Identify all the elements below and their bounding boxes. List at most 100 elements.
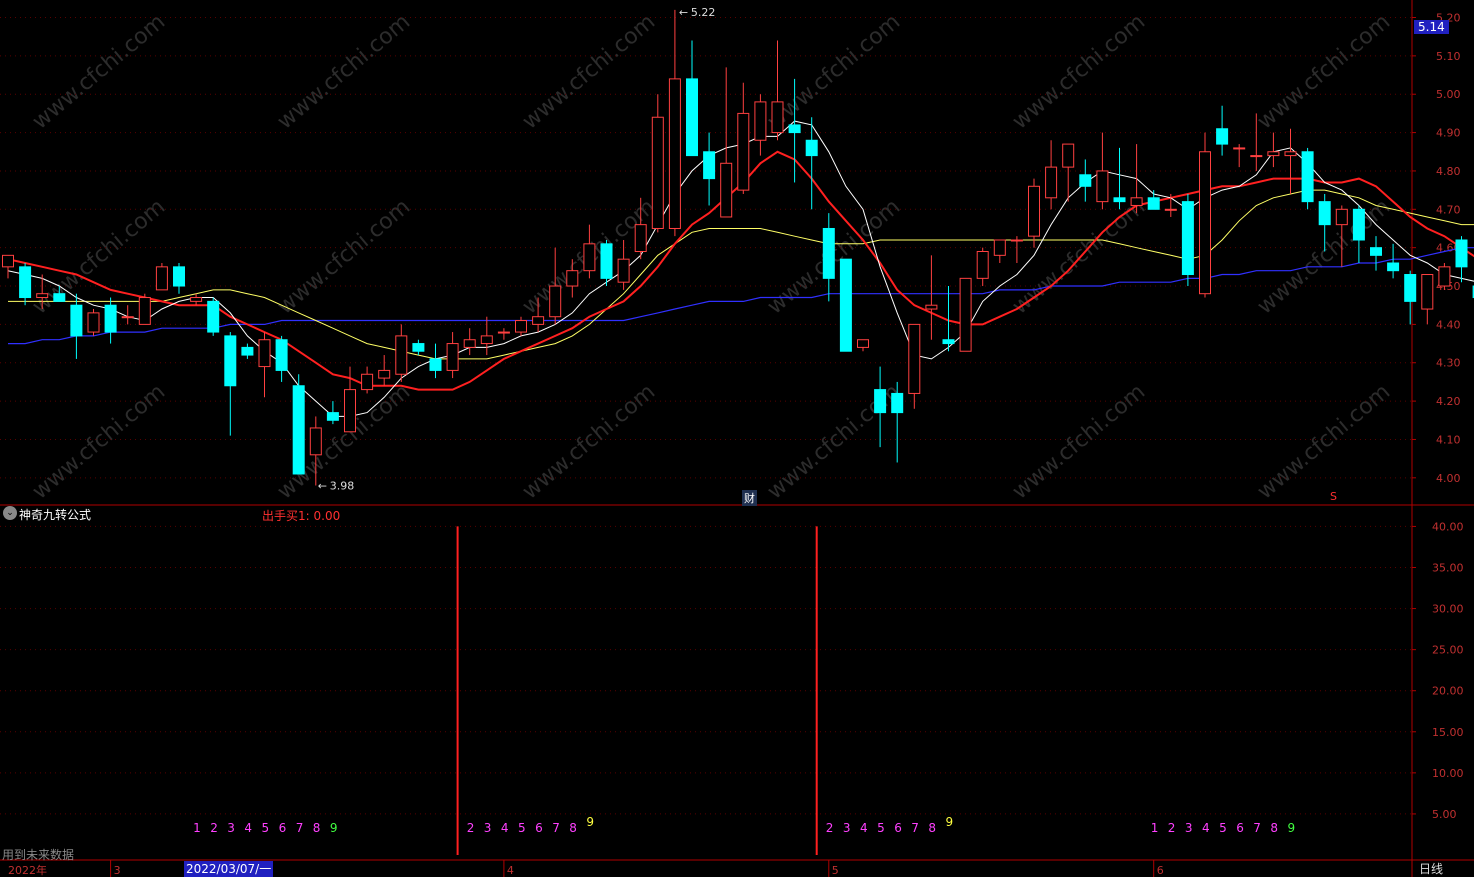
candle-body — [1199, 151, 1211, 295]
watermark-text: www.cfchi.com — [28, 9, 170, 134]
financial-marker[interactable]: 财 — [742, 490, 757, 506]
nine-count-label: 8 — [1270, 821, 1278, 835]
nine-count-label: 2 — [826, 821, 834, 835]
candle-body — [583, 243, 596, 272]
candle-body — [737, 112, 750, 191]
nine-count-label: 2 — [210, 821, 218, 835]
candle-body — [839, 258, 852, 352]
price-tick-label: 4.40 — [1436, 318, 1461, 331]
indicator-collapse-icon[interactable]: ⌄ — [3, 506, 17, 520]
candle-body — [703, 151, 716, 180]
period-button[interactable]: 日线 — [1419, 861, 1443, 877]
time-label-month: 5 — [832, 864, 839, 877]
candle-body — [668, 78, 681, 229]
nine-count-label: 7 — [911, 821, 919, 835]
candle-body — [532, 316, 545, 325]
nine-count-label: 1 — [1151, 821, 1159, 835]
min-arrow: ← — [318, 479, 327, 492]
time-label-month: 6 — [1157, 864, 1164, 877]
nine-count-label: 9 — [586, 815, 594, 829]
indicator-tick-label: 40.00 — [1432, 520, 1464, 533]
candle-body — [720, 162, 733, 218]
price-tick-label: 5.00 — [1436, 88, 1461, 101]
nine-count-label: 4 — [244, 821, 252, 835]
candle-body — [1028, 185, 1040, 237]
candle-body — [1233, 147, 1246, 150]
candle-body — [1421, 274, 1434, 310]
cursor-price: 5.14 — [1414, 20, 1449, 34]
time-label-month: 4 — [507, 864, 514, 877]
price-tick-label: 4.10 — [1436, 433, 1461, 446]
candle-body — [1387, 262, 1400, 272]
nine-count-label: 5 — [877, 821, 885, 835]
candle-body — [1079, 174, 1092, 187]
candle-body — [480, 335, 493, 345]
nine-count-label: 4 — [501, 821, 509, 835]
time-label-year: 2022年 — [8, 863, 47, 877]
indicator-value: 0.00 — [313, 509, 341, 523]
candle-body — [1096, 170, 1109, 203]
time-label-month: 3 — [114, 864, 121, 877]
nine-count-label: 3 — [843, 821, 851, 835]
candle-body — [771, 101, 784, 134]
watermark-text: www.cfchi.com — [273, 194, 415, 319]
nine-count-label: 3 — [484, 821, 492, 835]
candle-body — [429, 358, 442, 371]
candle-body — [19, 266, 32, 299]
candle-body — [976, 251, 989, 279]
candle-body — [908, 323, 921, 394]
candle-body — [104, 304, 117, 333]
candle-body — [138, 297, 151, 325]
candle-body — [241, 346, 254, 356]
nine-count-label: 3 — [227, 821, 235, 835]
ma60-line — [8, 247, 1474, 345]
nine-count-label: 5 — [518, 821, 526, 835]
candle-body — [600, 243, 613, 279]
candle-body — [822, 227, 835, 279]
indicator-name: 神奇九转公式 — [19, 508, 92, 522]
indicator-tick-label: 25.00 — [1432, 644, 1464, 657]
watermark-text: www.cfchi.com — [273, 9, 415, 134]
price-tick-label: 4.00 — [1436, 472, 1461, 485]
nine-count-label: 8 — [928, 821, 936, 835]
nine-count-label: 9 — [330, 821, 338, 835]
candle-body — [190, 297, 203, 302]
candle-body — [754, 101, 767, 141]
indicator-tick-label: 35.00 — [1432, 562, 1464, 575]
candle-body — [1267, 151, 1280, 157]
indicator-tick-label: 5.00 — [1432, 808, 1457, 821]
price-tick-label: 4.90 — [1436, 127, 1461, 140]
watermark-text: www.cfchi.com — [1253, 379, 1395, 504]
nine-count-label: 4 — [860, 821, 868, 835]
nine-count-label: 2 — [467, 821, 475, 835]
nine-count-label: 8 — [569, 821, 577, 835]
candle-body — [617, 258, 630, 283]
candle-body — [515, 320, 527, 333]
max-price-label: 5.22 — [691, 6, 716, 19]
candle-body — [993, 239, 1006, 256]
nine-count-label: 7 — [552, 821, 560, 835]
future-data-note: 用到未来数据 — [2, 848, 75, 862]
ma20-line — [8, 189, 1474, 360]
candle-body — [566, 270, 579, 287]
candle-body — [1216, 128, 1229, 145]
nine-count-label: 6 — [894, 821, 902, 835]
candle-body — [1455, 239, 1468, 268]
candle-body — [53, 293, 66, 302]
candle-body — [463, 339, 476, 348]
nine-count-label: 5 — [262, 821, 270, 835]
candle-body — [292, 385, 305, 475]
candle-body — [925, 304, 938, 310]
candle-body — [549, 285, 562, 318]
candle-body — [651, 116, 664, 229]
s-marker: S — [1330, 490, 1337, 503]
stock-chart[interactable]: www.cfchi.com www.cfchi.com www.cfchi.com w… — [0, 0, 1474, 877]
price-tick-label: 4.20 — [1436, 395, 1461, 408]
cursor-date: 2022/03/07/一 — [184, 861, 274, 877]
candle-body — [634, 224, 647, 252]
nine-count-label: 6 — [1236, 821, 1244, 835]
candle-body — [1301, 151, 1314, 203]
candle-body — [224, 335, 237, 387]
candle-body — [1130, 197, 1143, 206]
indicator-tick-label: 30.00 — [1432, 603, 1464, 616]
